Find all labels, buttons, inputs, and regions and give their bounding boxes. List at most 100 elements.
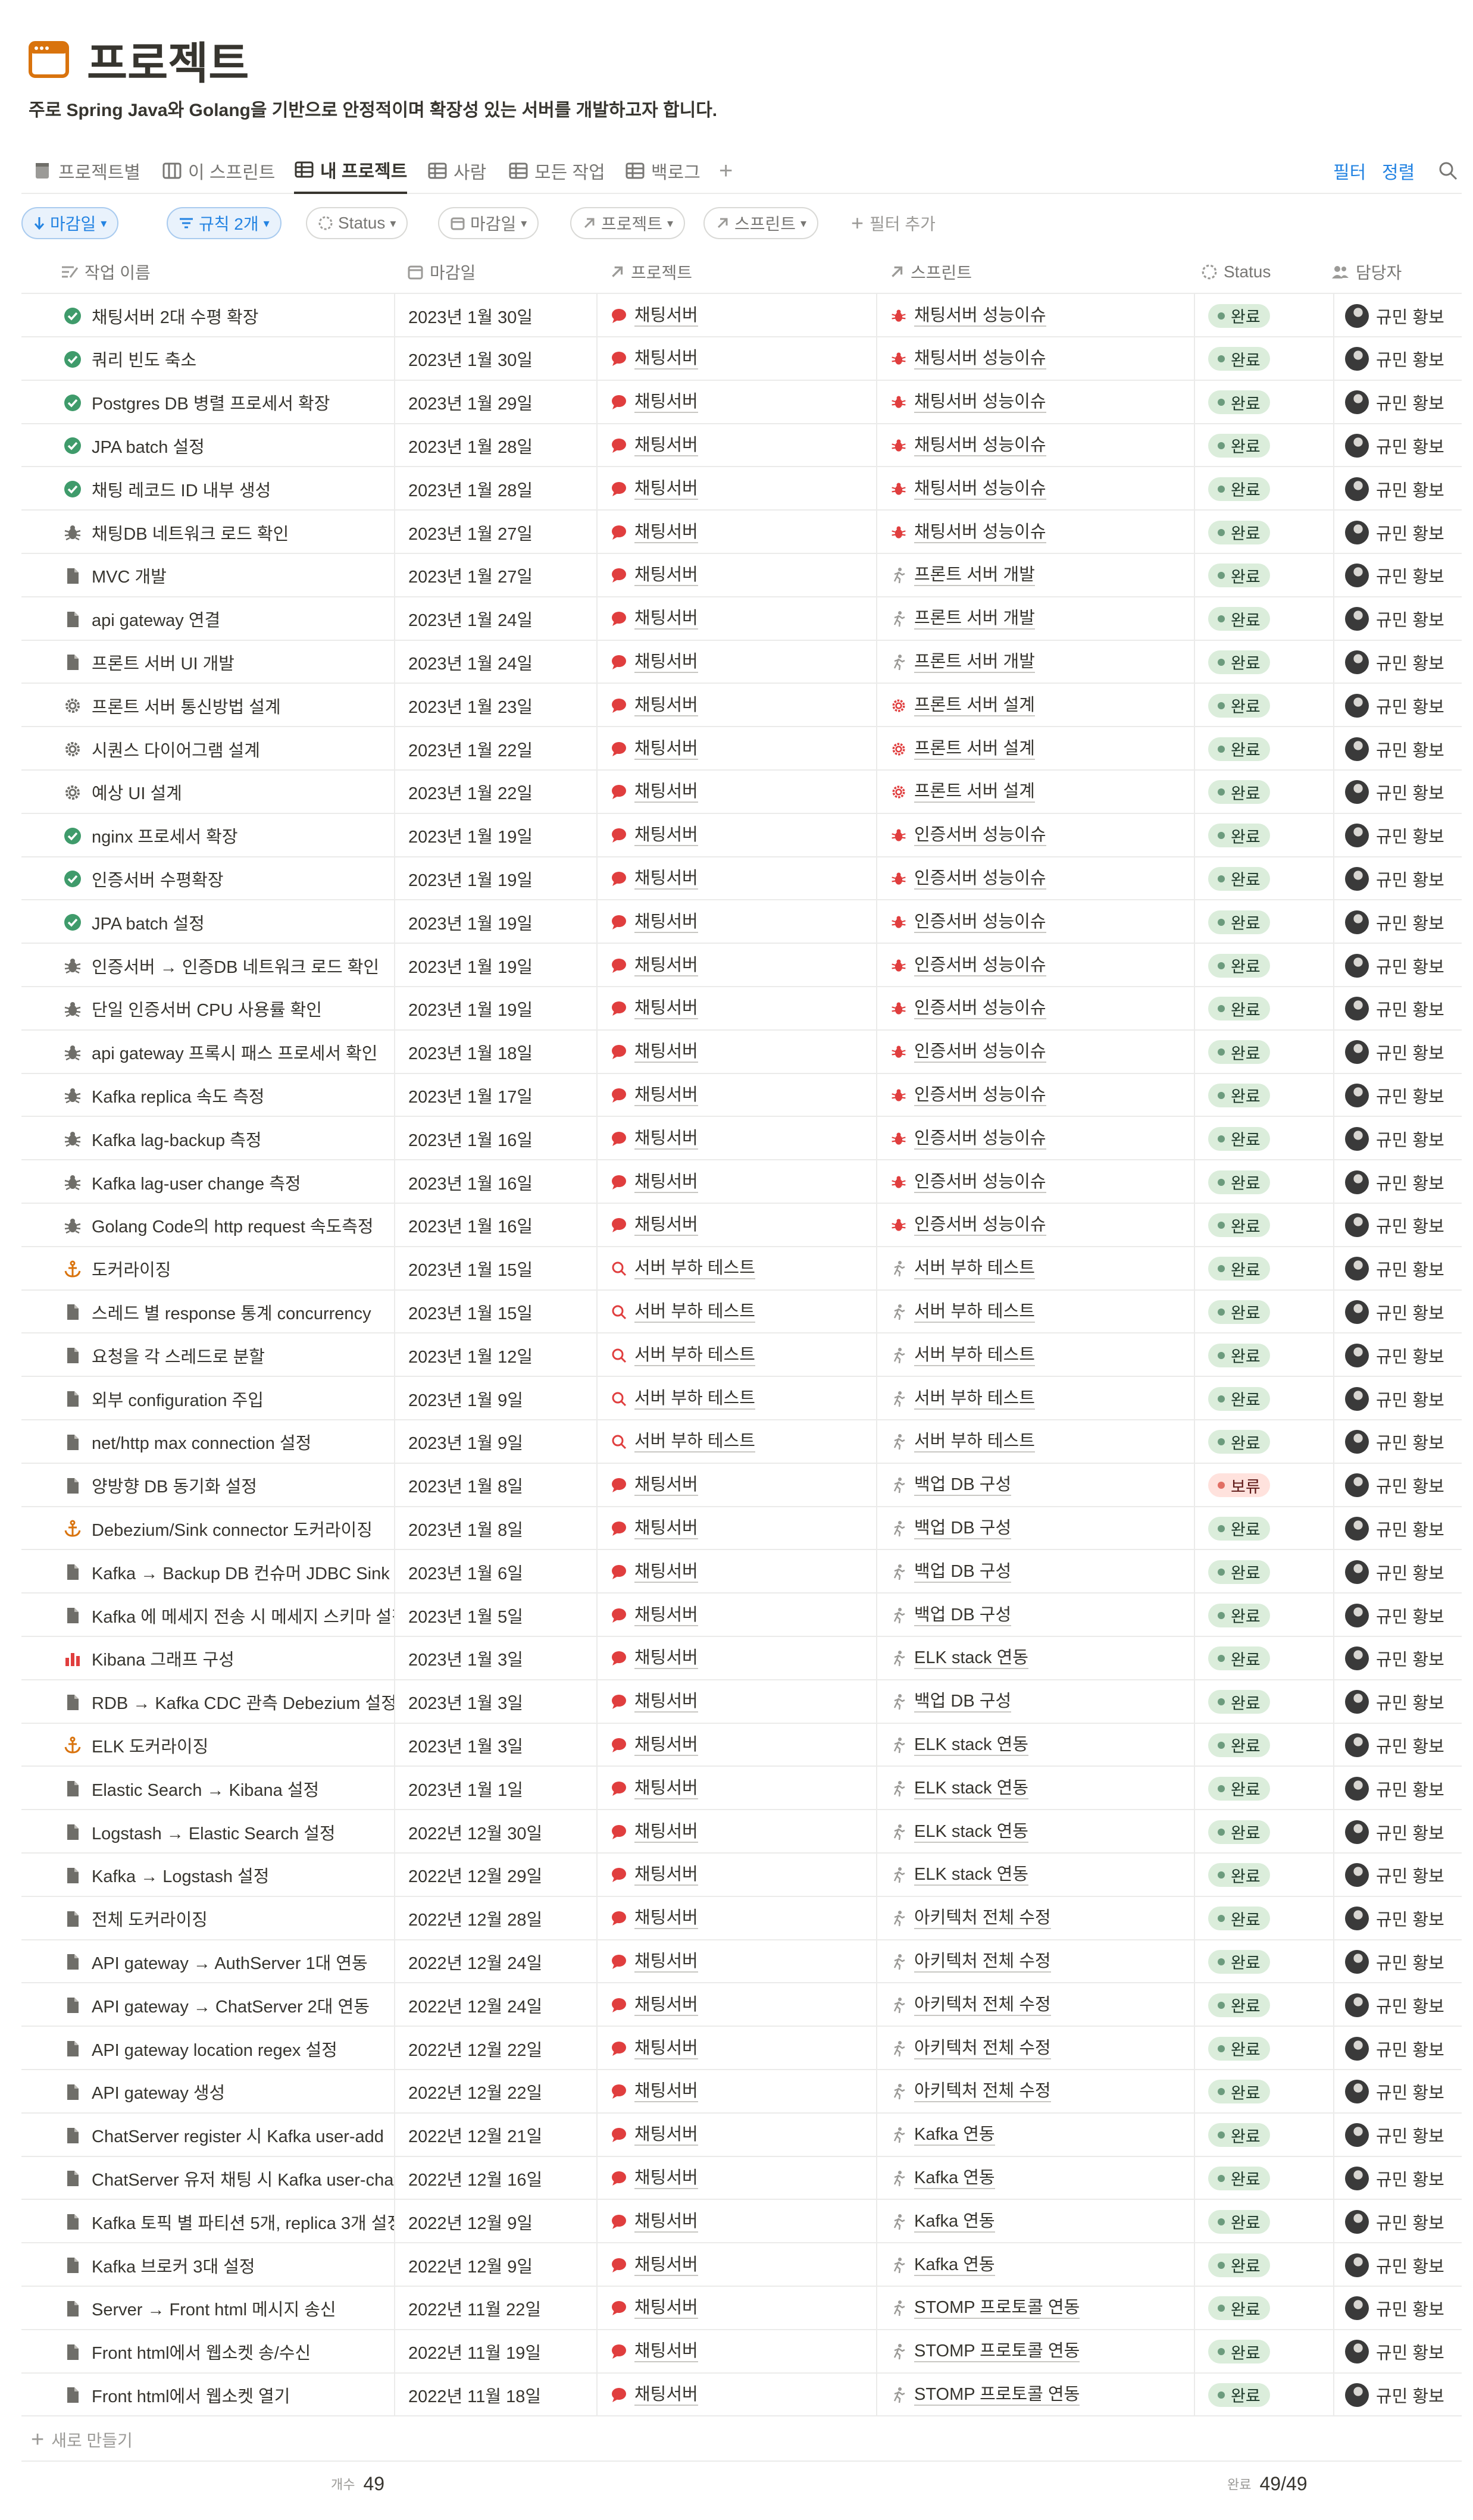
project-cell[interactable]: 서버 부하 테스트: [598, 1290, 877, 1334]
due-date-cell[interactable]: 2023년 1월 28일: [395, 424, 598, 468]
status-cell[interactable]: 완료: [1195, 640, 1334, 684]
project-cell[interactable]: 채팅서버: [598, 1507, 877, 1551]
project-link[interactable]: 채팅서버: [611, 1475, 698, 1497]
project-link[interactable]: 서버 부하 테스트: [611, 1301, 755, 1323]
project-cell[interactable]: 채팅서버: [598, 597, 877, 641]
project-filter-chip[interactable]: 프로젝트 ▾: [570, 207, 686, 239]
project-link[interactable]: 채팅서버: [611, 2211, 698, 2233]
sprint-link[interactable]: 인증서버 성능이슈: [890, 1085, 1046, 1106]
table-row[interactable]: 요청을 각 스레드로 분할 2023년 1월 12일 서버 부하 테스트 서버 부하 …: [21, 1333, 1462, 1378]
sprint-cell[interactable]: 백업 DB 구성: [877, 1550, 1195, 1594]
table-row[interactable]: Server → Front html 메시지 송신 2022년 11월 22일 채…: [21, 2286, 1462, 2330]
sprint-link[interactable]: 인증서버 성능이슈: [890, 825, 1046, 847]
owner-cell[interactable]: 규민 황보: [1334, 814, 1462, 857]
owner-cell[interactable]: 규민 황보: [1334, 424, 1462, 467]
sprint-cell[interactable]: Kafka 연동: [877, 2156, 1195, 2200]
project-cell[interactable]: 채팅서버: [598, 2027, 877, 2070]
due-date-cell[interactable]: 2023년 1월 19일: [395, 857, 598, 901]
task-name-cell[interactable]: 인증서버 → 인증DB 네트워크 로드 확인: [21, 944, 395, 987]
due-date-cell[interactable]: 2023년 1월 6일: [395, 1550, 598, 1594]
status-cell[interactable]: 완료: [1195, 1767, 1334, 1811]
due-date-cell[interactable]: 2023년 1월 3일: [395, 1680, 598, 1724]
project-cell[interactable]: 채팅서버: [598, 1463, 877, 1507]
project-cell[interactable]: 채팅서버: [598, 2113, 877, 2157]
table-row[interactable]: 인증서버 → 인증DB 네트워크 로드 확인 2023년 1월 19일 채팅서버 인증…: [21, 944, 1462, 987]
due-filter-chip[interactable]: 마감일 ▾: [438, 207, 539, 239]
project-link[interactable]: 채팅서버: [611, 348, 698, 370]
sprint-cell[interactable]: 서버 부하 테스트: [877, 1333, 1195, 1378]
task-name-cell[interactable]: 프론트 서버 통신방법 설계: [21, 684, 395, 728]
table-row[interactable]: API gateway → AuthServer 1대 연동 2022년 12월 …: [21, 1940, 1462, 1984]
sprint-link[interactable]: 백업 DB 구성: [890, 1605, 1012, 1626]
column-header-name[interactable]: 작업 이름: [61, 250, 151, 294]
owner-cell[interactable]: 규민 황보: [1334, 1117, 1462, 1160]
task-name-cell[interactable]: 프론트 서버 UI 개발: [21, 640, 395, 684]
due-date-cell[interactable]: 2023년 1월 27일: [395, 511, 598, 554]
table-row[interactable]: Kafka lag-user change 측정 2023년 1월 16일 채팅서버…: [21, 1160, 1462, 1204]
task-name-cell[interactable]: Kafka 브로커 3대 설정: [21, 2243, 395, 2287]
status-cell[interactable]: 완료: [1195, 1507, 1334, 1551]
sprint-cell[interactable]: 프론트 서버 개발: [877, 640, 1195, 684]
sprint-link[interactable]: 채팅서버 성능이슈: [890, 522, 1046, 543]
status-cell[interactable]: 완료: [1195, 2243, 1334, 2287]
status-cell[interactable]: 완료: [1195, 1073, 1334, 1117]
status-cell[interactable]: 완료: [1195, 1203, 1334, 1247]
project-cell[interactable]: 채팅서버: [598, 1810, 877, 1854]
status-cell[interactable]: 완료: [1195, 2286, 1334, 2330]
due-date-cell[interactable]: 2023년 1월 19일: [395, 813, 598, 857]
status-cell[interactable]: 완료: [1195, 2027, 1334, 2070]
due-date-cell[interactable]: 2023년 1월 9일: [395, 1420, 598, 1464]
status-cell[interactable]: 완료: [1195, 2373, 1334, 2417]
due-date-cell[interactable]: 2023년 1월 22일: [395, 770, 598, 814]
project-cell[interactable]: 채팅서버: [598, 1073, 877, 1117]
sprint-link[interactable]: 채팅서버 성능이슈: [890, 348, 1046, 370]
status-cell[interactable]: 완료: [1195, 1247, 1334, 1291]
due-date-cell[interactable]: 2022년 12월 9일: [395, 2200, 598, 2244]
sprint-cell[interactable]: 서버 부하 테스트: [877, 1290, 1195, 1334]
project-cell[interactable]: 채팅서버: [598, 467, 877, 511]
project-link[interactable]: 채팅서버: [611, 1908, 698, 1930]
owner-cell[interactable]: 규민 황보: [1334, 2156, 1462, 2200]
task-name-cell[interactable]: 요청을 각 스레드로 분할: [21, 1333, 395, 1378]
project-link[interactable]: 채팅서버: [611, 998, 698, 1020]
owner-cell[interactable]: 규민 황보: [1334, 1637, 1462, 1680]
sprint-link[interactable]: 채팅서버 성능이슈: [890, 478, 1046, 500]
due-date-cell[interactable]: 2023년 1월 30일: [395, 294, 598, 337]
tab-my-projects[interactable]: 내 프로젝트: [294, 148, 408, 194]
owner-cell[interactable]: 규민 황보: [1334, 1333, 1462, 1377]
project-cell[interactable]: 채팅서버: [598, 1853, 877, 1897]
table-row[interactable]: MVC 개발 2023년 1월 27일 채팅서버 프론트 서버 개발 완료 규민 황보: [21, 553, 1462, 597]
status-cell[interactable]: 완료: [1195, 553, 1334, 597]
task-name-cell[interactable]: Elastic Search → Kibana 설정: [21, 1767, 395, 1811]
sprint-link[interactable]: ELK stack 연동: [890, 1735, 1028, 1756]
sprint-link[interactable]: Kafka 연동: [890, 2255, 995, 2276]
status-cell[interactable]: 완료: [1195, 813, 1334, 857]
project-link[interactable]: 채팅서버: [611, 2124, 698, 2146]
project-link[interactable]: 서버 부하 테스트: [611, 1345, 755, 1366]
task-name-cell[interactable]: MVC 개발: [21, 553, 395, 597]
table-row[interactable]: API gateway 생성 2022년 12월 22일 채팅서버 아키텍처 전체 수…: [21, 2070, 1462, 2114]
sprint-link[interactable]: 프론트 서버 설계: [890, 738, 1035, 760]
search-icon[interactable]: [1438, 148, 1462, 194]
project-cell[interactable]: 채팅서버: [598, 553, 877, 597]
sprint-link[interactable]: 채팅서버 성능이슈: [890, 305, 1046, 327]
task-name-cell[interactable]: 시퀀스 다이어그램 설계: [21, 727, 395, 771]
task-name-cell[interactable]: Front html에서 웹소켓 송/수신: [21, 2330, 395, 2374]
sprint-cell[interactable]: 서버 부하 테스트: [877, 1420, 1195, 1464]
sprint-link[interactable]: ELK stack 연동: [890, 1821, 1028, 1843]
project-cell[interactable]: 채팅서버: [598, 900, 877, 944]
table-row[interactable]: api gateway 연결 2023년 1월 24일 채팅서버 프론트 서버 개발 완…: [21, 597, 1462, 641]
project-link[interactable]: 채팅서버: [611, 608, 698, 630]
status-cell[interactable]: 완료: [1195, 1983, 1334, 2027]
sprint-link[interactable]: 프론트 서버 개발: [890, 608, 1035, 630]
sprint-link[interactable]: Kafka 연동: [890, 2211, 995, 2233]
sprint-cell[interactable]: 채팅서버 성능이슈: [877, 511, 1195, 554]
project-cell[interactable]: 채팅서버: [598, 770, 877, 814]
project-cell[interactable]: 채팅서버: [598, 857, 877, 901]
table-row[interactable]: 단일 인증서버 CPU 사용률 확인 2023년 1월 19일 채팅서버 인증서버 성…: [21, 987, 1462, 1031]
task-name-cell[interactable]: Kafka → Backup DB 컨슈머 JDBC Sink: [21, 1550, 395, 1594]
task-name-cell[interactable]: 쿼리 빈도 축소: [21, 337, 395, 381]
sprint-link[interactable]: 프론트 서버 설계: [890, 695, 1035, 716]
owner-cell[interactable]: 규민 황보: [1334, 2200, 1462, 2243]
owner-cell[interactable]: 규민 황보: [1334, 294, 1462, 337]
